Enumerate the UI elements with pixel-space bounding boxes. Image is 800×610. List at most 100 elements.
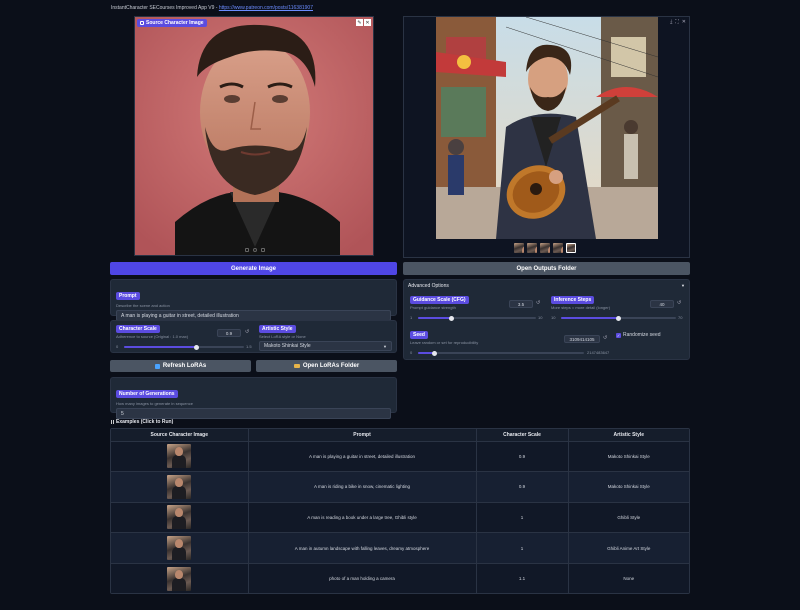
open-outputs-button[interactable]: Open Outputs Folder bbox=[403, 262, 690, 275]
table-header-row: Source Character Image Prompt Character … bbox=[111, 429, 689, 442]
example-scale: 1 bbox=[476, 502, 569, 534]
example-prompt: A man is playing a guitar in street, det… bbox=[248, 441, 477, 473]
example-prompt: photo of a man holding a camera bbox=[248, 563, 477, 593]
steps-value[interactable]: 40 bbox=[650, 300, 674, 308]
column-header: Prompt bbox=[248, 429, 477, 442]
steps-min: 10 bbox=[551, 315, 556, 320]
character-scale-hint: Adherence to source (Original : 1.0 max) bbox=[116, 334, 189, 339]
seed-slider[interactable] bbox=[418, 350, 584, 356]
example-thumbnail[interactable] bbox=[167, 474, 192, 499]
steps-fill bbox=[561, 317, 619, 319]
seed-handle[interactable] bbox=[432, 350, 438, 356]
scale-style-panel: Character Scale Adherence to source (Ori… bbox=[110, 320, 397, 353]
close-icon[interactable]: ✕ bbox=[682, 19, 686, 25]
gallery-thumbnails bbox=[514, 243, 576, 253]
guidance-slider[interactable] bbox=[418, 315, 536, 321]
folder-icon bbox=[293, 364, 300, 368]
refresh-icon bbox=[154, 363, 160, 369]
reset-icon[interactable]: ↺ bbox=[603, 335, 607, 341]
character-scale-slider[interactable] bbox=[124, 344, 244, 350]
artistic-style-hint: Select LoRA style or None bbox=[259, 334, 306, 339]
character-scale-fill bbox=[124, 346, 196, 348]
generate-button[interactable]: Generate Image bbox=[110, 262, 397, 275]
chevron-down-icon: ▼ bbox=[383, 343, 387, 349]
example-thumbnail[interactable] bbox=[167, 444, 192, 469]
webcam-icon[interactable] bbox=[253, 248, 257, 252]
checkbox-checked-icon[interactable]: ✓ bbox=[616, 332, 621, 338]
patreon-link[interactable]: https://www.patreon.com/posts/116381907 bbox=[219, 5, 313, 11]
gallery-thumb[interactable] bbox=[514, 243, 524, 253]
character-scale-min: 0 bbox=[116, 344, 119, 349]
prompt-label: Prompt bbox=[116, 292, 140, 300]
character-scale-max: 1.5 bbox=[246, 344, 252, 349]
close-icon[interactable]: ✕ bbox=[364, 19, 371, 26]
fullscreen-icon[interactable]: ⛶ bbox=[675, 19, 679, 25]
seed-value[interactable]: 3109414105 bbox=[564, 335, 600, 343]
example-style: Makoto Shinkai Style bbox=[568, 441, 689, 473]
steps-slider[interactable] bbox=[561, 315, 676, 321]
reset-icon[interactable]: ↺ bbox=[536, 300, 540, 306]
example-thumbnail[interactable] bbox=[167, 505, 192, 530]
character-scale-handle[interactable] bbox=[193, 344, 199, 350]
gallery-thumb[interactable] bbox=[527, 243, 537, 253]
example-style: Ghibli Anime Art Style bbox=[568, 532, 689, 564]
gallery-toolbar: ⤓ ⛶ ✕ bbox=[670, 19, 686, 25]
advanced-options-panel: Advanced Options ▼ Guidance Scale (CFG) … bbox=[403, 279, 690, 360]
collapse-icon[interactable]: ▼ bbox=[681, 283, 685, 288]
examples-header: Examples (Click to Run) bbox=[111, 419, 173, 425]
table-row[interactable]: A man is reading a book under a large tr… bbox=[111, 502, 689, 534]
randomize-seed-checkbox[interactable]: ✓ Randomize seed bbox=[616, 332, 661, 338]
seed-min: 0 bbox=[410, 350, 413, 355]
list-icon bbox=[111, 420, 114, 424]
example-prompt: A man is riding a bike in snow, cinemati… bbox=[248, 471, 477, 503]
reset-icon[interactable]: ↺ bbox=[245, 329, 249, 335]
download-icon[interactable]: ⤓ bbox=[670, 19, 672, 25]
reset-icon[interactable]: ↺ bbox=[677, 300, 681, 306]
steps-max: 70 bbox=[678, 315, 683, 320]
character-scale-value[interactable]: 0.9 bbox=[217, 329, 241, 337]
guidance-fill bbox=[418, 317, 452, 319]
advanced-options-title[interactable]: Advanced Options bbox=[408, 283, 449, 289]
column-header: Character Scale bbox=[476, 429, 569, 442]
generations-input[interactable]: 5 bbox=[116, 408, 391, 419]
guidance-handle[interactable] bbox=[448, 315, 454, 321]
example-thumbnail[interactable] bbox=[167, 536, 192, 561]
column-header: Artistic Style bbox=[568, 429, 689, 442]
upload-icon[interactable] bbox=[245, 248, 249, 252]
example-style: Ghibli Style bbox=[568, 502, 689, 534]
guidance-label: Guidance Scale (CFG) bbox=[410, 296, 469, 304]
example-thumbnail[interactable] bbox=[167, 566, 192, 591]
table-row[interactable]: A man is playing a guitar in street, det… bbox=[111, 441, 689, 473]
edit-icon[interactable]: ✎ bbox=[356, 19, 363, 26]
example-scale: 0.9 bbox=[476, 471, 569, 503]
steps-handle[interactable] bbox=[616, 315, 621, 321]
table-row[interactable]: A man in autumn landscape with falling l… bbox=[111, 532, 689, 564]
refresh-loras-button[interactable]: Refresh LoRAs bbox=[110, 360, 251, 372]
gallery-thumb[interactable] bbox=[553, 243, 563, 253]
source-image-label: Source Character Image bbox=[137, 19, 207, 27]
generations-label: Number of Generations bbox=[116, 390, 178, 398]
source-character-photo bbox=[135, 17, 373, 255]
open-loras-button[interactable]: Open LoRAs Folder bbox=[256, 360, 397, 372]
steps-hint: More steps = more detail (longer) bbox=[551, 305, 611, 310]
source-image-panel[interactable]: Source Character Image ✎ ✕ bbox=[134, 16, 374, 256]
examples-grid: Source Character Image Prompt Character … bbox=[111, 429, 689, 593]
example-prompt: A man in autumn landscape with falling l… bbox=[248, 532, 477, 564]
generated-image[interactable] bbox=[436, 17, 658, 239]
example-scale: 1.1 bbox=[476, 563, 569, 593]
table-row[interactable]: photo of a man holding a camera 1.1 None bbox=[111, 563, 689, 593]
guidance-value[interactable]: 3.5 bbox=[509, 300, 533, 308]
source-image-sources bbox=[245, 248, 265, 252]
clipboard-icon[interactable] bbox=[261, 248, 265, 252]
artistic-style-label: Artistic Style bbox=[259, 325, 296, 333]
guidance-max: 10 bbox=[538, 315, 543, 320]
artistic-style-select[interactable]: Makoto Shinkai Style ▼ bbox=[259, 341, 392, 351]
prompt-panel: Prompt Describe the scene and action A m… bbox=[110, 279, 397, 321]
gallery-thumb[interactable] bbox=[540, 243, 550, 253]
example-prompt: A man is reading a book under a large tr… bbox=[248, 502, 477, 534]
guidance-hint: Prompt guidance strength bbox=[410, 305, 456, 310]
table-row[interactable]: A man is riding a bike in snow, cinemati… bbox=[111, 471, 689, 503]
examples-table: Source Character Image Prompt Character … bbox=[110, 428, 690, 594]
gallery-thumb[interactable] bbox=[566, 243, 576, 253]
example-style: None bbox=[568, 563, 689, 593]
